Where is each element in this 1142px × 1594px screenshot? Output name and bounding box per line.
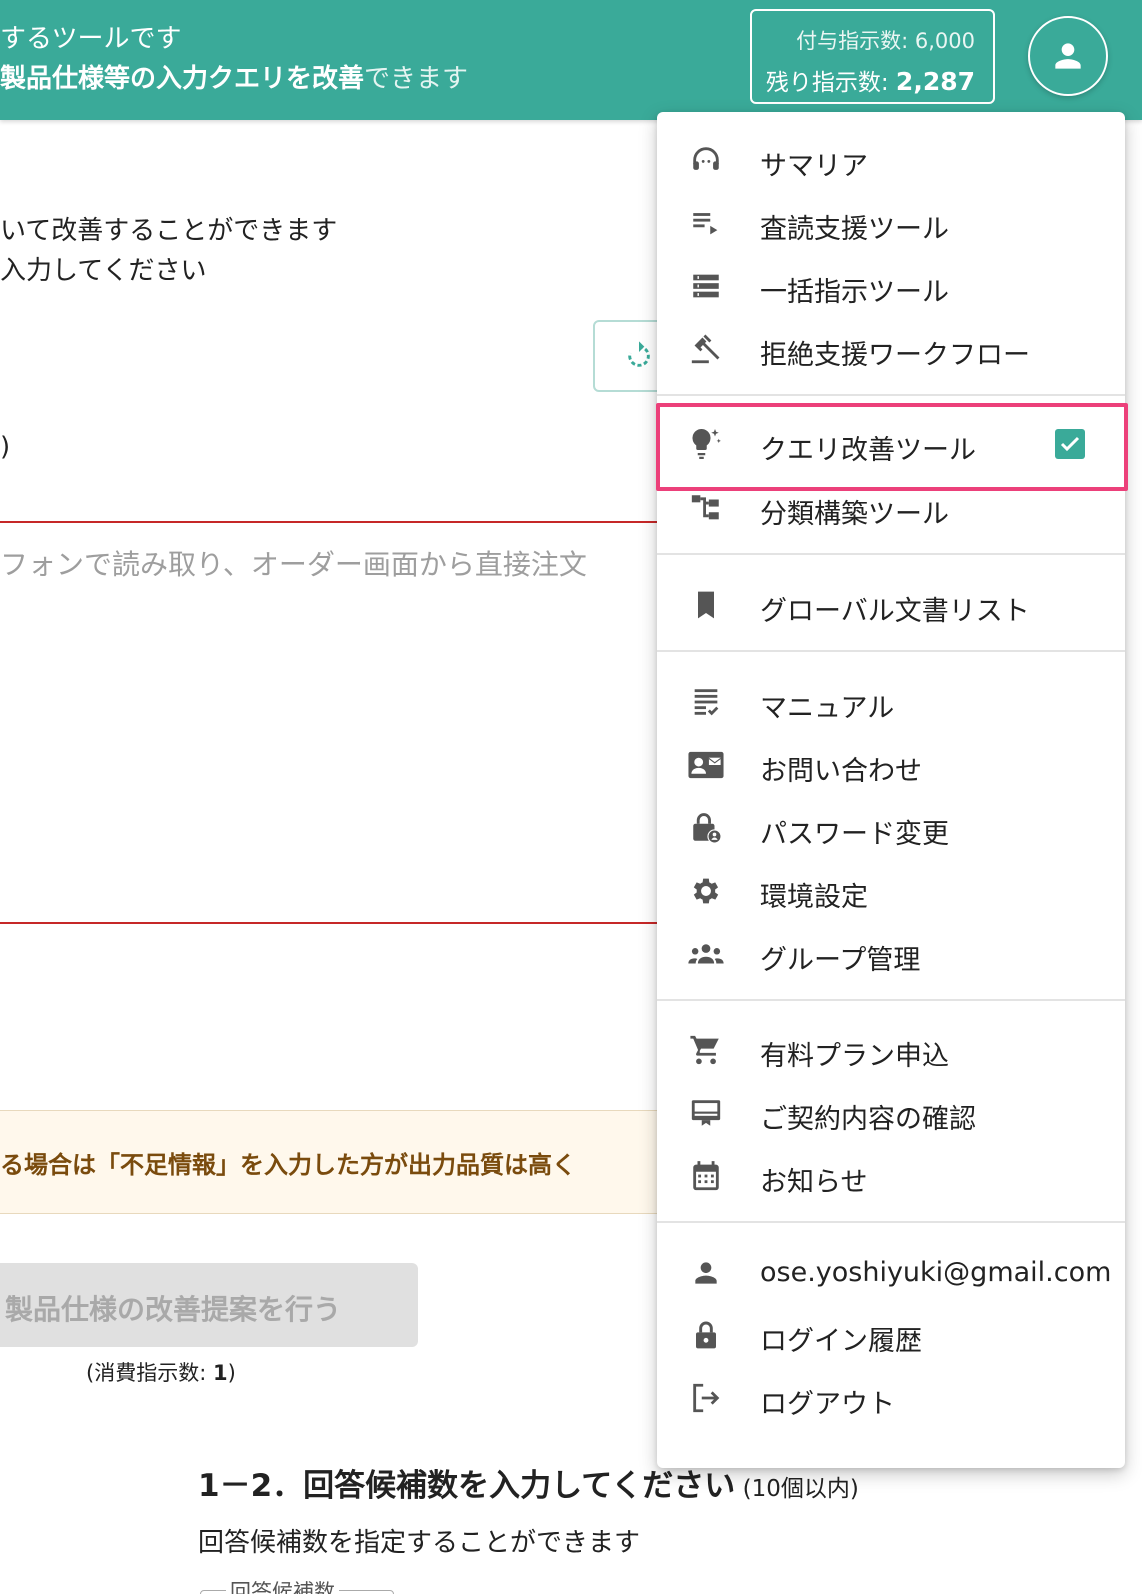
menu-label: ご契約内容の確認: [760, 1104, 976, 1135]
logout-icon: [687, 1379, 725, 1417]
menu-label: サマリア: [760, 151, 868, 182]
page-description-2: 入力してください: [0, 256, 207, 286]
menu-label: グローバル文書リスト: [760, 596, 1030, 627]
candidate-count-label: 回答候補数: [226, 1576, 339, 1594]
contract-icon: [687, 1094, 725, 1132]
bookmark-icon: [687, 586, 725, 624]
lightbulb-sparkle-icon: [687, 425, 725, 463]
menu-label: 一括指示ツール: [760, 277, 949, 308]
menu-label: 環境設定: [760, 882, 868, 913]
menu-label: お問い合わせ: [760, 756, 922, 787]
cart-icon: [687, 1031, 725, 1069]
menu-item-account-email[interactable]: ose.yoshiyuki@gmail.com: [657, 1243, 1125, 1303]
page-description-1: いて改善することができます: [0, 216, 338, 246]
person-icon: [1055, 43, 1081, 69]
section-title-text: 1－2．回答候補数を入力してください: [198, 1468, 736, 1504]
consumption-value: 1: [212, 1361, 228, 1385]
playlist-play-icon: [687, 204, 725, 242]
header-description-line2: 製品仕様等の入力クエリを改善できます: [0, 58, 468, 95]
gear-icon: [687, 872, 725, 910]
menu-item-settings[interactable]: 環境設定: [657, 861, 1125, 921]
section-title-note: (10個以内): [735, 1476, 859, 1502]
menu-label: ログイン履歴: [760, 1326, 922, 1357]
menu-item-notices[interactable]: お知らせ: [657, 1146, 1125, 1206]
menu-divider: [657, 650, 1125, 652]
textarea-top-border: [0, 521, 670, 523]
lock-person-icon: [687, 809, 725, 847]
lock-icon: [687, 1316, 725, 1354]
menu-divider: [657, 553, 1125, 555]
headset-icon: [687, 141, 725, 179]
account-menu-button[interactable]: [1028, 16, 1108, 96]
submit-improvement-button[interactable]: 製品仕様の改善提案を行う: [0, 1263, 418, 1347]
menu-item-rejection-workflow[interactable]: 拒絶支援ワークフロー: [657, 319, 1125, 379]
query-textarea[interactable]: フォンで読み取り、オーダー画面から直接注文: [0, 543, 660, 583]
section-subtitle: 回答候補数を指定することができます: [198, 1528, 641, 1558]
menu-label: ログアウト: [760, 1389, 895, 1420]
menu-label: 査読支援ツール: [760, 214, 949, 245]
menu-label: クエリ改善ツール: [760, 435, 976, 466]
menu-label: 有料プラン申込: [760, 1041, 949, 1072]
menu-item-contract-details[interactable]: ご契約内容の確認: [657, 1083, 1125, 1143]
groups-icon: [687, 935, 725, 973]
calendar-icon: [687, 1157, 725, 1195]
menu-item-review-support[interactable]: 査読支援ツール: [657, 193, 1125, 253]
granted-count: 付与指示数: 6,000: [796, 29, 975, 53]
menu-divider: [657, 1221, 1125, 1223]
menu-label: 分類構築ツール: [760, 499, 949, 530]
selected-checkbox[interactable]: [1055, 429, 1085, 459]
menu-label: マニュアル: [760, 693, 895, 724]
menu-item-global-documents[interactable]: グローバル文書リスト: [657, 575, 1125, 635]
menu-label: お知らせ: [760, 1167, 868, 1198]
menu-item-change-password[interactable]: パスワード変更: [657, 798, 1125, 858]
tree-icon: [687, 489, 725, 527]
menu-item-query-improvement[interactable]: クエリ改善ツール: [657, 414, 1125, 474]
menu-item-login-history[interactable]: ログイン履歴: [657, 1305, 1125, 1365]
menu-label: ose.yoshiyuki@gmail.com: [760, 1257, 1112, 1288]
menu-item-summaria[interactable]: サマリア: [657, 130, 1125, 190]
header-description-line1: するツールです: [0, 24, 182, 54]
menu-divider: [657, 999, 1125, 1001]
menu-item-batch-instruction[interactable]: 一括指示ツール: [657, 256, 1125, 316]
consumption-prefix: (消費指示数:: [86, 1361, 213, 1385]
menu-item-contact[interactable]: お問い合わせ: [657, 735, 1125, 795]
checklist-icon: [687, 683, 725, 721]
contact-mail-icon: [687, 746, 725, 784]
consumption-suffix: ): [227, 1361, 236, 1385]
submit-improvement-label: 製品仕様の改善提案を行う: [5, 1293, 342, 1326]
menu-divider: [657, 394, 1125, 396]
consumption-note: (消費指示数: 1): [86, 1357, 236, 1387]
instruction-count-box: 付与指示数: 6,000 残り指示数: 2,287: [750, 9, 995, 104]
app-header: するツールです 製品仕様等の入力クエリを改善できます 付与指示数: 6,000 …: [0, 0, 1142, 120]
label-paren: ): [0, 432, 11, 462]
menu-label: グループ管理: [760, 945, 921, 976]
check-icon: [1060, 436, 1080, 452]
gavel-icon: [687, 330, 725, 368]
menu-item-paid-plan[interactable]: 有料プラン申込: [657, 1020, 1125, 1080]
warning-banner: る場合は「不足情報」を入力した方が出力品質は高く: [0, 1110, 670, 1214]
header-description-rest: できます: [364, 64, 469, 94]
remaining-count-label: 残り指示数:: [765, 70, 896, 96]
menu-item-group-management[interactable]: グループ管理: [657, 924, 1125, 984]
refresh-icon: [628, 341, 650, 367]
menu-item-logout[interactable]: ログアウト: [657, 1368, 1125, 1428]
person-icon: [687, 1254, 725, 1292]
remaining-count-value: 2,287: [895, 67, 975, 96]
header-description-bold: 製品仕様等の入力クエリを改善: [0, 64, 365, 94]
menu-label: パスワード変更: [760, 819, 949, 850]
remaining-count: 残り指示数: 2,287: [766, 63, 975, 97]
menu-item-classification-builder[interactable]: 分類構築ツール: [657, 478, 1125, 538]
textarea-bottom-border: [0, 922, 670, 924]
menu-label: 拒絶支援ワークフロー: [760, 340, 1030, 371]
menu-item-manual[interactable]: マニュアル: [657, 672, 1125, 732]
account-dropdown-menu: サマリア 査読支援ツール 一括指示ツール 拒絶支援ワークフロー クエリ改善ツール: [657, 112, 1125, 1468]
list-icon: [687, 267, 725, 305]
warning-text: る場合は「不足情報」を入力した方が出力品質は高く: [0, 1151, 576, 1179]
